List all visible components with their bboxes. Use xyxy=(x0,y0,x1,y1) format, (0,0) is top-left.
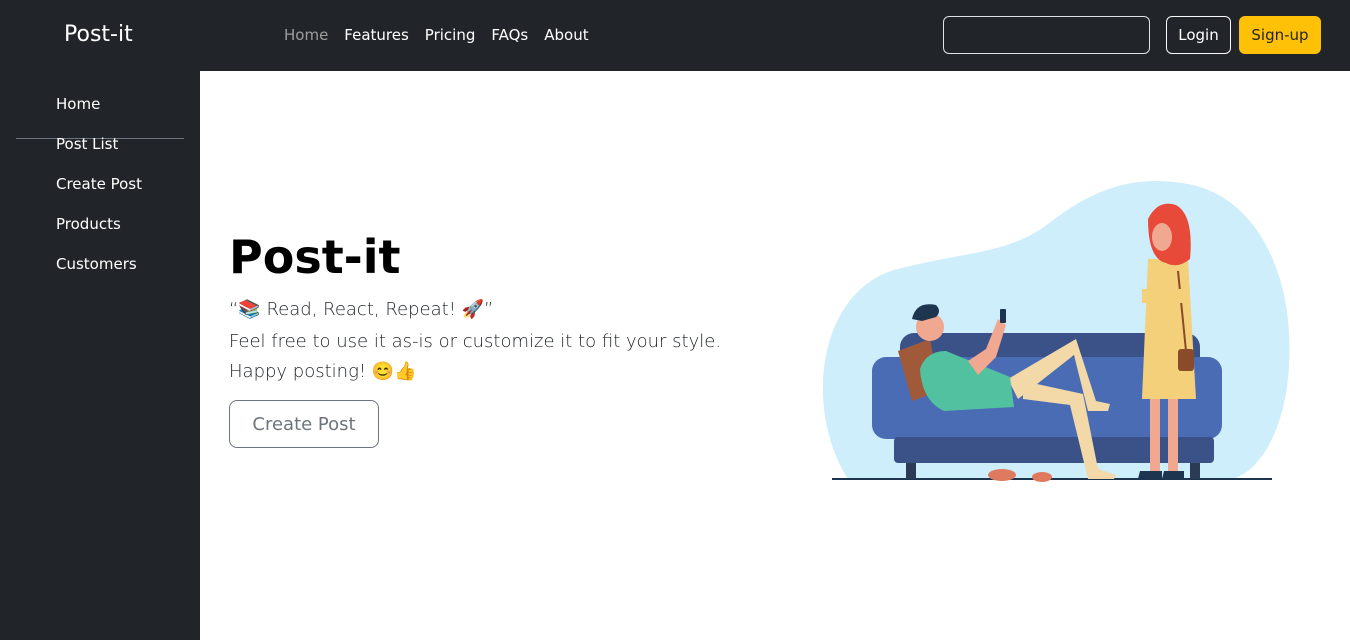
couch-people-illustration-icon xyxy=(822,180,1290,482)
hero-title: Post-it xyxy=(229,230,401,284)
nav-link-pricing[interactable]: Pricing xyxy=(425,25,476,45)
main-nav: Home Features Pricing FAQs About xyxy=(284,25,589,45)
sidebar: Home Post List Create Post Products Cust… xyxy=(0,71,200,640)
sidebar-link-post-list[interactable]: Post List xyxy=(56,135,118,153)
sidebar-link-customers[interactable]: Customers xyxy=(56,255,137,273)
main-content: Post-it “📚 Read, React, Repeat! 🚀” Feel … xyxy=(200,71,1350,640)
hero-tagline: “📚 Read, React, Repeat! 🚀” xyxy=(229,299,494,320)
sidebar-item-post-list: Post List xyxy=(56,134,142,174)
search-input[interactable] xyxy=(943,16,1150,54)
sidebar-item-customers: Customers xyxy=(56,254,142,294)
sidebar-item-products: Products xyxy=(56,214,142,254)
sidebar-item-home: Home xyxy=(56,94,142,134)
sidebar-link-home[interactable]: Home xyxy=(56,95,100,113)
signup-button[interactable]: Sign-up xyxy=(1239,16,1321,54)
sidebar-link-create-post[interactable]: Create Post xyxy=(56,175,142,193)
top-navbar: Post-it Home Features Pricing FAQs About… xyxy=(0,0,1350,71)
hero-description: Feel free to use it as-is or customize i… xyxy=(229,331,722,382)
nav-link-faqs[interactable]: FAQs xyxy=(491,25,528,45)
login-button[interactable]: Login xyxy=(1166,16,1231,54)
nav-link-about[interactable]: About xyxy=(544,25,588,45)
sidebar-menu: Home Post List Create Post Products Cust… xyxy=(56,94,142,294)
create-post-button[interactable]: Create Post xyxy=(229,400,379,448)
sidebar-item-create-post: Create Post xyxy=(56,174,142,214)
nav-link-features[interactable]: Features xyxy=(344,25,409,45)
nav-link-home[interactable]: Home xyxy=(284,25,328,45)
sidebar-link-products[interactable]: Products xyxy=(56,215,121,233)
brand-logo[interactable]: Post-it xyxy=(64,20,133,50)
